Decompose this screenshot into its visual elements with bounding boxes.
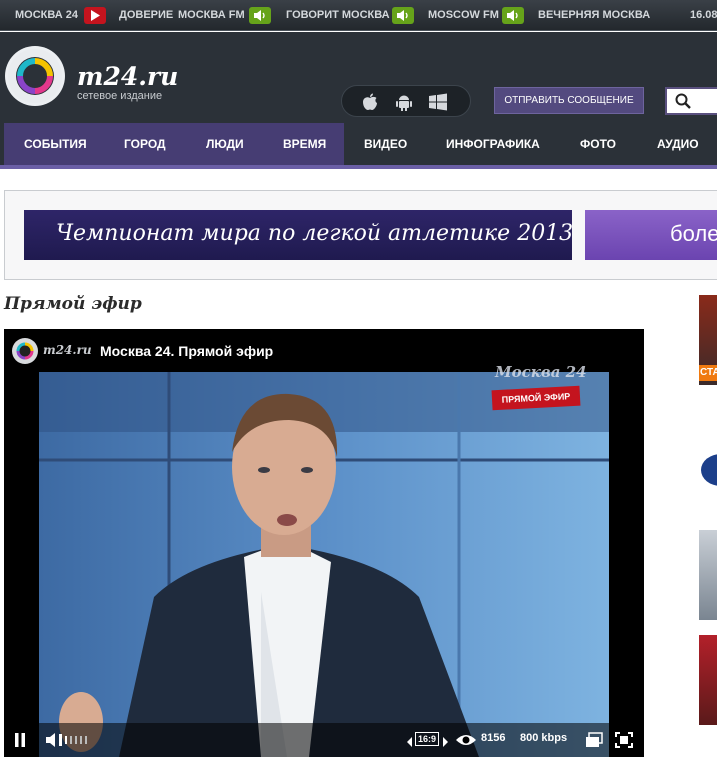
windows-icon[interactable] [428, 92, 448, 117]
nav-item-people[interactable]: ЛЮДИ [206, 137, 244, 151]
radio-moscow-fm-en[interactable]: MOSCOW FM [428, 9, 499, 23]
volume-icon[interactable] [45, 732, 93, 753]
send-message-button[interactable]: ОТПРАВИТЬ СООБЩЕНИЕ [494, 87, 644, 114]
top-date: 16.08 [690, 9, 717, 21]
search-input[interactable] [665, 87, 717, 115]
app-links [341, 85, 471, 117]
video-frame [39, 372, 609, 757]
nav-underline [0, 165, 717, 169]
search-icon[interactable] [675, 93, 691, 114]
pause-icon[interactable] [14, 732, 26, 753]
player-brand: m24.ru [43, 343, 92, 357]
radio-govorit-moskva[interactable]: ГОВОРИТ МОСКВА [286, 9, 390, 23]
nav-item-photo[interactable]: ФОТО [580, 137, 616, 151]
play-icon[interactable] [84, 7, 106, 24]
player-title: Москва 24. Прямой эфир [100, 343, 274, 359]
aspect-ratio[interactable]: 16:9 [415, 732, 440, 746]
channel-doverie[interactable]: ДОВЕРИЕ [119, 9, 173, 23]
video-player[interactable]: m24.ru Москва 24. Прямой эфир Москва 24 … [4, 329, 644, 757]
banner-title: Чемпионат мира по легкой атлетике 2013 [56, 221, 574, 246]
fullscreen-icon[interactable] [615, 732, 633, 753]
nav-item-video[interactable]: ВИДЕО [364, 137, 407, 151]
main-nav: СОБЫТИЯ ГОРОД ЛЮДИ ВРЕМЯ ВИДЕО ИНФОГРАФИ… [0, 123, 717, 165]
sidebar-thumb-3[interactable] [699, 530, 717, 620]
radio-moscow-fm[interactable]: МОСКВА FM [178, 9, 245, 23]
sidebar-thumb-4[interactable] [699, 635, 717, 725]
newspaper-vechernyaya-moskva[interactable]: ВЕЧЕРНЯЯ МОСКВА [538, 9, 650, 23]
android-icon[interactable] [394, 92, 414, 117]
speaker-icon[interactable] [249, 7, 271, 24]
channel-watermark: Москва 24 [495, 363, 587, 381]
promo-banner: Чемпионат мира по легкой атлетике 2013 б… [4, 190, 717, 280]
banner-more-button[interactable]: боле [585, 210, 717, 260]
nav-item-events[interactable]: СОБЫТИЯ [24, 137, 87, 151]
sidebar-thumb-label: СТА [700, 367, 717, 378]
section-title: Прямой эфир [4, 294, 142, 314]
aspect-next-icon[interactable] [442, 734, 448, 752]
popout-icon[interactable] [585, 732, 603, 753]
sidebar-thumb-1[interactable]: СТА [699, 295, 717, 385]
player-logo-icon [12, 338, 38, 364]
player-controls: 16:9 8156 800 kbps [4, 723, 644, 757]
logo-icon[interactable] [5, 46, 65, 106]
nav-item-city[interactable]: ГОРОД [124, 137, 166, 151]
sidebar-thumb-2[interactable] [699, 440, 717, 500]
aspect-prev-icon[interactable] [407, 734, 413, 752]
eye-icon [455, 732, 477, 753]
nav-item-infographics[interactable]: ИНФОГРАФИКА [446, 137, 540, 151]
top-channel-bar: МОСКВА 24 ДОВЕРИЕ МОСКВА FM ГОВОРИТ МОСК… [0, 0, 717, 31]
logo-text[interactable]: m24.ru [77, 62, 178, 91]
speaker-icon[interactable] [392, 7, 414, 24]
nav-item-time[interactable]: ВРЕМЯ [283, 137, 326, 151]
site-header: m24.ru сетевое издание ОТПРАВИТЬ СООБЩЕН… [0, 32, 717, 123]
logo-subtitle: сетевое издание [77, 90, 163, 102]
apple-icon[interactable] [360, 92, 380, 117]
nav-item-audio[interactable]: АУДИО [657, 137, 699, 151]
channel-moscow24[interactable]: МОСКВА 24 [15, 9, 78, 23]
viewer-count: 8156 [481, 732, 506, 744]
speaker-icon[interactable] [502, 7, 524, 24]
banner-championship[interactable]: Чемпионат мира по легкой атлетике 2013 [24, 210, 574, 260]
banner-more-label: боле [670, 221, 717, 246]
bitrate[interactable]: 800 kbps [520, 732, 567, 744]
